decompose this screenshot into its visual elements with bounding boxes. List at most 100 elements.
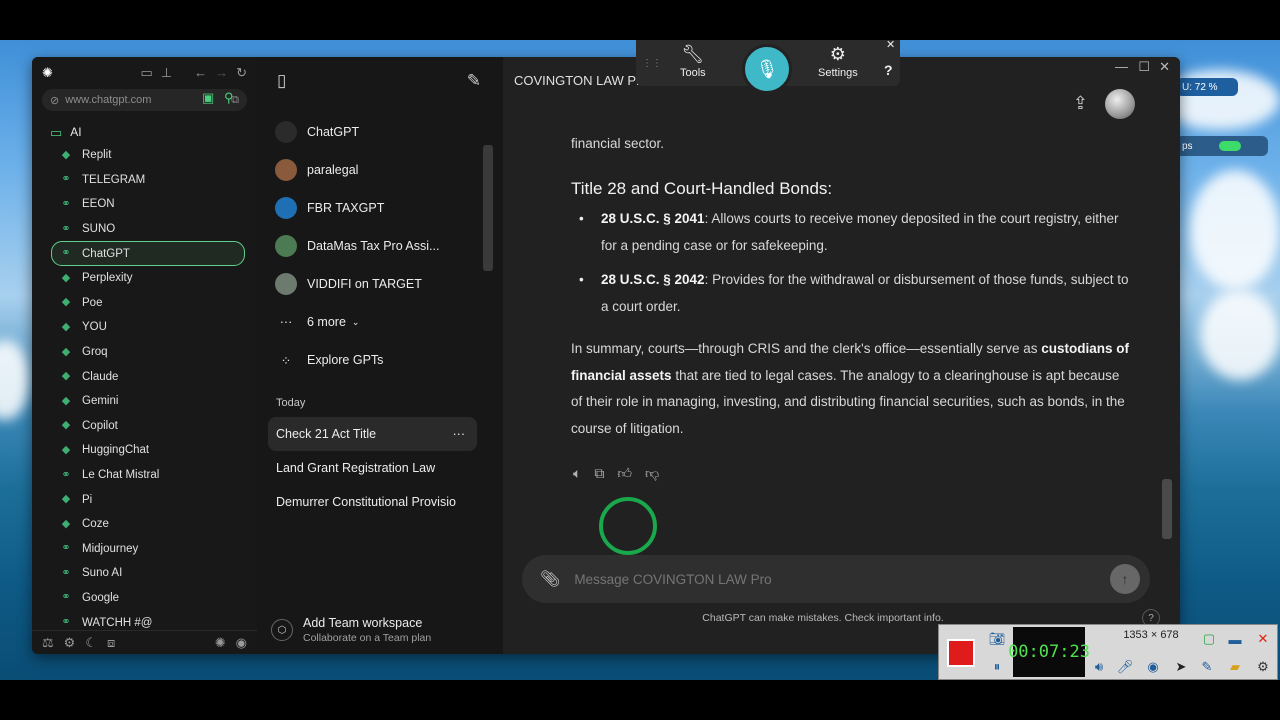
chat-history-item[interactable]: Land Grant Registration Law	[257, 451, 503, 485]
mic-icon[interactable]: 🎤︎	[1115, 657, 1135, 677]
forward-icon[interactable]: →	[215, 66, 228, 79]
copy-icon[interactable]: ⧉	[594, 465, 604, 482]
drag-handle-icon[interactable]: ⋮⋮	[642, 58, 662, 69]
sidebar-scrollbar[interactable]	[483, 145, 493, 271]
sidebar-item-suno[interactable]: ⚭ SUNO	[32, 217, 257, 242]
voice-close-icon[interactable]: ✕	[886, 38, 895, 51]
sidebar-item-chatgpt[interactable]: ⚭ ChatGPT	[51, 241, 245, 266]
chat-title: Land Grant Registration Law	[276, 461, 436, 475]
folder-ai[interactable]: ▭ AI	[32, 121, 257, 143]
sidebar-item-you[interactable]: ◆ YOU	[32, 315, 257, 340]
camera-icon[interactable]: 📷︎	[987, 629, 1007, 649]
tools-button[interactable]: 🔧︎ Tools	[680, 44, 706, 79]
share-link-icon[interactable]: ⚲	[224, 91, 234, 104]
share-icon[interactable]: ⇪	[1073, 93, 1088, 114]
team-icon: ⬡	[271, 619, 293, 641]
chat-history-list: Check 21 Act Title ··· Land Grant Registra…	[257, 417, 503, 519]
message-input[interactable]	[574, 571, 1096, 587]
url-text: www.chatgpt.com	[65, 94, 152, 106]
avatar[interactable]	[1105, 89, 1135, 119]
close-window-icon[interactable]: ✕	[1159, 59, 1170, 75]
chat-history-item[interactable]: Check 21 Act Title ···	[268, 417, 477, 451]
sidebar-item-label: TELEGRAM	[82, 173, 146, 186]
thumbs-down-icon[interactable]: 👎︎	[645, 465, 659, 482]
theme-moon-icon[interactable]: ☾	[85, 636, 97, 649]
url-bar[interactable]: ⊘ www.chatgpt.com ⧉	[42, 89, 247, 111]
maximize-icon[interactable]: ☐	[1138, 59, 1150, 75]
microphone-button[interactable]: 🎙︎	[742, 44, 792, 94]
webcam-icon[interactable]: ◉	[1143, 657, 1163, 677]
chat-scrollbar[interactable]	[1162, 479, 1172, 539]
recorder-settings-icon[interactable]: ⚙	[1253, 657, 1273, 677]
settings-button[interactable]: ⚙ Settings	[818, 44, 858, 79]
settings-icon[interactable]: ⚙	[64, 636, 76, 649]
sidebar-toggle-icon[interactable]: ▭	[140, 66, 152, 79]
add-team-workspace[interactable]: ⬡ Add Team workspace Collaborate on a Te…	[271, 616, 431, 644]
gpt-item[interactable]: ChatGPT	[257, 113, 503, 151]
cpu-usage-widget: U: 72 %	[1176, 78, 1238, 96]
more-gpts-button[interactable]: ··· 6 more ⌄	[257, 303, 503, 341]
sidebar-item-midjourney[interactable]: ⚭ Midjourney	[32, 537, 257, 562]
sidebar-item-huggingchat[interactable]: ◆ HuggingChat	[32, 438, 257, 463]
speaker-icon[interactable]: 🔊︎	[1089, 657, 1109, 677]
chat-options-icon[interactable]: ···	[453, 427, 466, 441]
sidebar-item-claude[interactable]: ◆ Claude	[32, 364, 257, 389]
grid-icon: ⁘	[280, 353, 292, 368]
gpt-item[interactable]: paralegal	[257, 151, 503, 189]
folder-icon[interactable]: ▰	[1225, 657, 1245, 677]
gpt-list: ChatGPT paralegal FBR TAXGPT DataMas Tax Pr…	[257, 113, 503, 303]
github-icon[interactable]: ◉	[236, 636, 247, 649]
app-logo-icon: ✺	[42, 64, 53, 80]
minimize-icon[interactable]: —	[1115, 59, 1128, 74]
sidebar-item-telegram[interactable]: ⚭ TELEGRAM	[32, 168, 257, 193]
sidebar-item-pi[interactable]: ◆ Pi	[32, 487, 257, 512]
sidebar-item-label: WATCHH #@	[82, 616, 153, 629]
split-icon[interactable]: ⚖	[42, 636, 54, 649]
back-icon[interactable]: ←	[194, 66, 207, 79]
sidebar-item-gemini[interactable]: ◆ Gemini	[32, 389, 257, 414]
pen-icon[interactable]: ✎	[1197, 657, 1217, 677]
sidebar-item-le-chat-mistral[interactable]: ⚭ Le Chat Mistral	[32, 463, 257, 488]
reload-icon[interactable]: ↻	[236, 66, 247, 79]
thumbs-up-icon[interactable]: 👍︎	[617, 465, 632, 482]
sidebar-item-eeon[interactable]: ⚭ EEON	[32, 192, 257, 217]
explore-gpts-button[interactable]: ⁘ Explore GPTs	[257, 341, 503, 379]
voice-help-button[interactable]: ?	[884, 62, 893, 78]
cursor-icon[interactable]: ➤	[1171, 657, 1191, 677]
close-sidebar-icon[interactable]: ▯	[277, 72, 286, 89]
sidebar-item-replit[interactable]: ◆ Replit	[32, 143, 257, 168]
voice-toolbar: ⋮⋮ 🔧︎ Tools 🎙︎ ⚙ Settings ? ✕	[636, 38, 900, 94]
sidebar-item-perplexity[interactable]: ◆ Perplexity	[32, 266, 257, 291]
recorder-minimize-icon[interactable]: ▬	[1225, 629, 1245, 649]
pause-icon[interactable]: ⏸	[987, 657, 1007, 677]
read-aloud-icon[interactable]: 🔈︎	[573, 465, 581, 482]
settings-label: Settings	[818, 67, 858, 79]
gpt-item[interactable]: VIDDIFI on TARGET	[257, 265, 503, 303]
gpt-item[interactable]: DataMas Tax Pro Assi...	[257, 227, 503, 265]
sidebar-item-copilot[interactable]: ◆ Copilot	[32, 414, 257, 439]
attach-icon[interactable]: 📎︎	[540, 569, 560, 589]
openai-icon[interactable]: ✺	[215, 636, 226, 649]
sidebar-item-groq[interactable]: ◆ Groq	[32, 340, 257, 365]
sidebar-item-poe[interactable]: ◆ Poe	[32, 291, 257, 316]
gpt-item[interactable]: FBR TAXGPT	[257, 189, 503, 227]
sidebar-item-label: HuggingChat	[82, 444, 150, 457]
stop-record-button[interactable]	[947, 639, 975, 667]
sidebar-item-label: Gemini	[82, 395, 119, 408]
model-name: COVINGTON LAW Pro	[514, 72, 648, 88]
chat-history-item[interactable]: Demurrer Constitutional Provisio	[257, 485, 503, 519]
desktop-toggle-widget[interactable]: ps	[1176, 136, 1268, 156]
folder-add-icon[interactable]: ▣	[202, 91, 214, 104]
sidebar-item-google[interactable]: ⚭ Google	[32, 586, 257, 611]
tabs-icon[interactable]: ⧈	[107, 636, 115, 649]
sidebar-item-suno-ai[interactable]: ⚭ Suno AI	[32, 561, 257, 586]
new-chat-icon[interactable]: ✎	[467, 72, 481, 89]
sidebar-item-coze[interactable]: ◆ Coze	[32, 512, 257, 537]
pin-icon[interactable]: ⊥	[161, 66, 172, 79]
recorder-close-icon[interactable]: ✕	[1253, 629, 1273, 649]
send-button[interactable]: ↑	[1110, 564, 1140, 594]
region-icon[interactable]: ▢	[1199, 629, 1219, 649]
poe-icon: ◆	[61, 296, 71, 309]
toggle-switch[interactable]	[1218, 141, 1241, 151]
link-icon: ⚭	[61, 222, 71, 235]
